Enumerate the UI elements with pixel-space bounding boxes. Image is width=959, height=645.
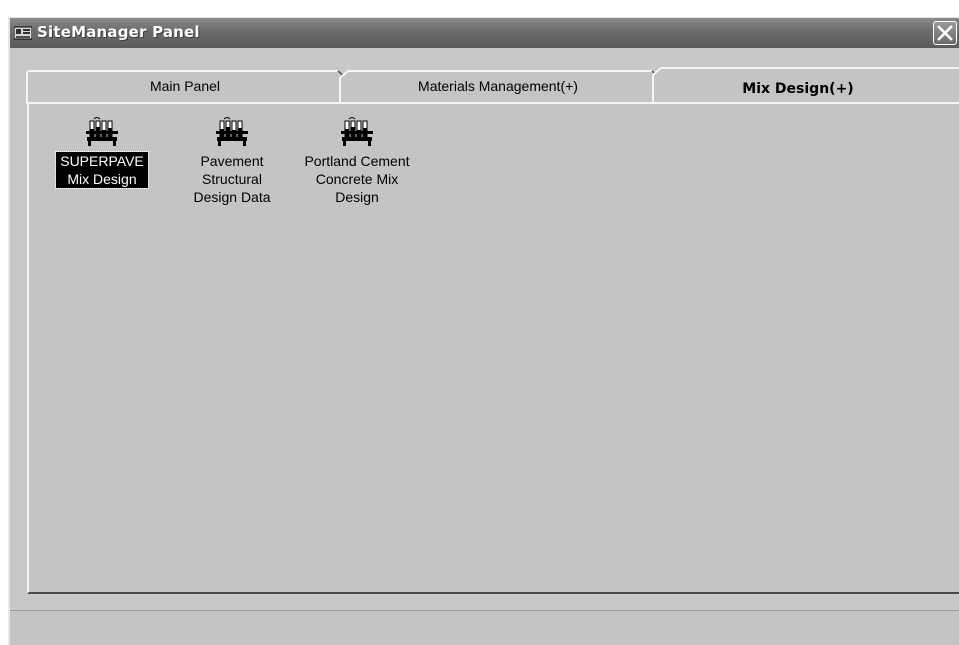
window-title: SiteManager Panel [37,23,200,41]
portland-cement-concrete-mix-design-item[interactable]: Portland Cement Concrete Mix Design [291,116,423,207]
close-icon [937,25,953,41]
title-bar[interactable]: SiteManager Panel [10,18,959,48]
test-tubes-rack-icon [86,117,118,146]
tab-mix-design[interactable]: Mix Design(+) [728,81,868,97]
status-bar [10,610,959,645]
sitemanager-window: SiteManager Panel Main Panel Materials M… [8,17,959,645]
tab-strip: Main Panel Materials Management(+) Mix D… [10,48,959,104]
pavement-structural-design-item[interactable]: Pavement Structural Design Data [166,116,298,207]
tab-main-panel[interactable]: Main Panel [130,78,240,94]
item-label: SUPERPAVE Mix Design [55,151,149,189]
tab-materials-management[interactable]: Materials Management(+) [398,78,598,94]
item-label: Portland Cement Concrete Mix Design [304,153,410,205]
superpave-mix-design-item[interactable]: SUPERPAVE Mix Design [36,116,168,189]
test-tubes-rack-icon [216,117,248,146]
sitemanager-app-icon [14,26,32,40]
test-tubes-rack-icon [341,117,373,146]
mix-design-panel: SUPERPAVE Mix Design Pavement Structural… [27,102,959,594]
close-button[interactable] [933,21,957,45]
item-label: Pavement Structural Design Data [193,153,271,205]
